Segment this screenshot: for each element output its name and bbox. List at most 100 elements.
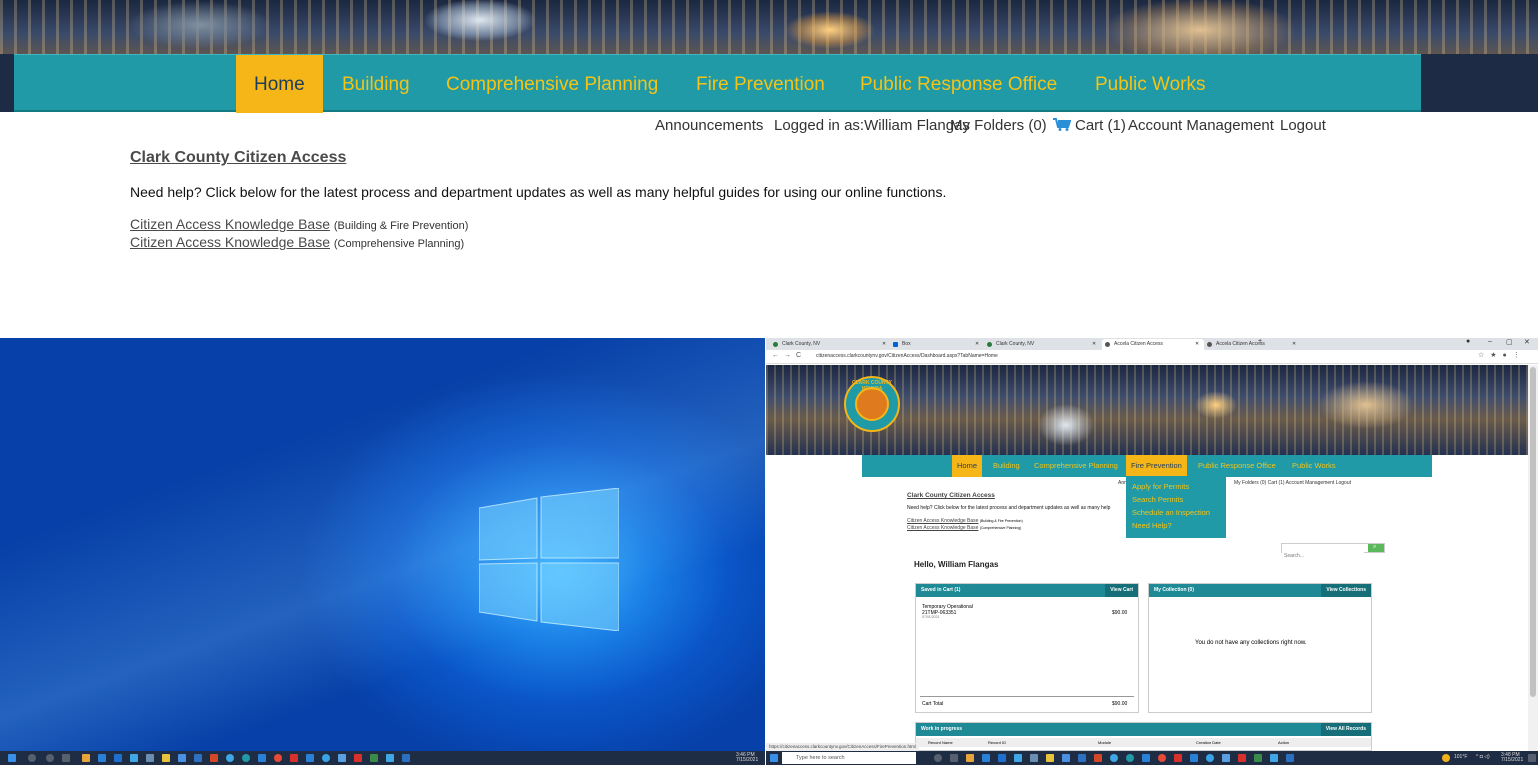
system-tray-icons[interactable]: ^ ◘ ◁) <box>1476 755 1490 760</box>
notifications-icon[interactable] <box>1528 754 1536 762</box>
close-icon[interactable]: ✕ <box>975 339 979 350</box>
nav-building[interactable]: Building <box>342 55 410 113</box>
app-icon-9[interactable] <box>1286 754 1294 762</box>
logout-link[interactable]: Logout <box>1280 117 1326 134</box>
nav-fire-prevention[interactable]: Fire Prevention <box>696 55 825 113</box>
b-nav-home[interactable]: Home <box>952 455 983 477</box>
account-management-link[interactable]: Account Management <box>1128 117 1274 134</box>
close-window-icon[interactable]: ✕ <box>1524 338 1530 346</box>
app-icon-9[interactable] <box>402 754 410 762</box>
col-creation-date[interactable]: Creation Date <box>1196 740 1221 745</box>
task-view-icon[interactable] <box>950 754 958 762</box>
close-icon[interactable]: ✕ <box>1292 339 1296 350</box>
maximize-icon[interactable]: ▢ <box>1506 338 1513 346</box>
app-icon-2[interactable] <box>1126 754 1134 762</box>
mail-icon[interactable] <box>982 754 990 762</box>
search-input[interactable] <box>1282 552 1364 560</box>
outlook-icon[interactable] <box>1078 754 1086 762</box>
browser-icon[interactable] <box>226 754 234 762</box>
tab-accela-active[interactable]: Accela Citizen Access ✕ <box>1102 339 1204 350</box>
view-cart-button[interactable]: View Cart <box>1105 584 1138 597</box>
app-icon-6[interactable] <box>1222 754 1230 762</box>
weather-icon[interactable] <box>1442 754 1450 762</box>
scrollbar-thumb[interactable] <box>1530 367 1536 697</box>
b-kb-link-2[interactable]: Citizen Access Knowledge Base <box>907 525 978 531</box>
chrome-icon[interactable] <box>966 754 974 762</box>
dd-search-permits[interactable]: Search Permits <box>1132 495 1183 504</box>
taskbar-search-input[interactable]: Type here to search <box>782 752 916 764</box>
col-record-id[interactable]: Record ID <box>988 740 1006 745</box>
app-icon-3[interactable] <box>274 754 282 762</box>
close-icon[interactable]: ✕ <box>1092 339 1096 350</box>
view-collections-button[interactable]: View Collections <box>1321 584 1371 597</box>
view-all-records-button[interactable]: View All Records <box>1320 723 1371 736</box>
col-module[interactable]: Module <box>1098 740 1111 745</box>
folder-icon[interactable] <box>162 754 170 762</box>
acrobat-icon[interactable] <box>1174 754 1182 762</box>
browser-scrollbar[interactable] <box>1528 365 1538 751</box>
acrobat-icon[interactable] <box>290 754 298 762</box>
nav-comprehensive-planning[interactable]: Comprehensive Planning <box>446 55 658 113</box>
tab-box[interactable]: Box ✕ <box>890 339 984 350</box>
mail-icon[interactable] <box>98 754 106 762</box>
excel-icon[interactable] <box>1254 754 1262 762</box>
task-view-icon[interactable] <box>62 754 70 762</box>
powerpoint-icon[interactable] <box>1094 754 1102 762</box>
dd-need-help[interactable]: Need Help? <box>1132 521 1172 530</box>
close-icon[interactable]: ✕ <box>882 339 886 350</box>
search-icon[interactable] <box>28 754 36 762</box>
teams-icon[interactable] <box>1014 754 1022 762</box>
cart-link[interactable]: Cart (1) <box>1053 117 1126 134</box>
announcements-link[interactable]: Announcements <box>655 117 763 134</box>
nav-public-works[interactable]: Public Works <box>1095 55 1206 113</box>
b-utility-links[interactable]: My Folders (0) Cart (1) Account Manageme… <box>1234 480 1351 486</box>
app-icon[interactable] <box>1030 754 1038 762</box>
calendar-icon[interactable] <box>1142 754 1150 762</box>
tab-accela-2[interactable]: Accela Citizen Access ✕ <box>1204 339 1302 350</box>
app-icon-2[interactable] <box>242 754 250 762</box>
word-icon[interactable] <box>114 754 122 762</box>
extension-icons[interactable]: ☆★●⋮ <box>1478 351 1526 359</box>
cortana-icon[interactable] <box>934 754 942 762</box>
col-record-name[interactable]: Record Name <box>928 740 953 745</box>
start-icon[interactable] <box>770 754 778 762</box>
my-folders-link[interactable]: My Folders (0) <box>950 117 1047 134</box>
tab-clark-county-2[interactable]: Clark County, NV ✕ <box>984 339 1102 350</box>
app-icon-5[interactable] <box>322 754 330 762</box>
edge-icon[interactable] <box>178 754 186 762</box>
app-icon-8[interactable] <box>1270 754 1278 762</box>
dd-apply-permits[interactable]: Apply for Permits <box>1132 482 1189 491</box>
app-icon-8[interactable] <box>386 754 394 762</box>
b-nav-fire-prevention[interactable]: Fire Prevention <box>1126 455 1187 477</box>
powerpoint-icon[interactable] <box>210 754 218 762</box>
browser-icon[interactable] <box>1110 754 1118 762</box>
folder-icon[interactable] <box>1046 754 1054 762</box>
cortana-icon[interactable] <box>46 754 54 762</box>
word-icon[interactable] <box>998 754 1006 762</box>
b-nav-comprehensive-planning[interactable]: Comprehensive Planning <box>1034 455 1118 477</box>
app-icon-3[interactable] <box>1158 754 1166 762</box>
excel-icon[interactable] <box>370 754 378 762</box>
kb-link-building[interactable]: Citizen Access Knowledge Base <box>130 216 330 232</box>
app-icon-4[interactable] <box>1190 754 1198 762</box>
app-icon-7[interactable] <box>1238 754 1246 762</box>
teams-icon[interactable] <box>130 754 138 762</box>
nav-home[interactable]: Home <box>236 55 323 113</box>
outlook-icon[interactable] <box>194 754 202 762</box>
b-nav-building[interactable]: Building <box>993 455 1020 477</box>
app-icon-6[interactable] <box>338 754 346 762</box>
tab-clark-county-1[interactable]: Clark County, NV ✕ <box>770 339 890 350</box>
b-nav-public-works[interactable]: Public Works <box>1292 455 1336 477</box>
search-button[interactable]: ⌕ <box>1368 544 1384 552</box>
close-icon[interactable]: ✕ <box>1195 339 1199 350</box>
kb-link-planning[interactable]: Citizen Access Knowledge Base <box>130 234 330 250</box>
start-icon[interactable] <box>8 754 16 762</box>
b-kb-link-1[interactable]: Citizen Access Knowledge Base <box>907 518 978 524</box>
app-icon[interactable] <box>146 754 154 762</box>
url-field[interactable]: citizenaccess.clarkcountynv.gov/CitizenA… <box>816 353 998 359</box>
minimize-icon[interactable]: – <box>1488 338 1492 345</box>
nav-public-response-office[interactable]: Public Response Office <box>860 55 1057 113</box>
dd-schedule-inspection[interactable]: Schedule an Inspection <box>1132 508 1210 517</box>
nav-buttons-icon[interactable]: ←→C <box>772 352 806 359</box>
app-icon-4[interactable] <box>306 754 314 762</box>
